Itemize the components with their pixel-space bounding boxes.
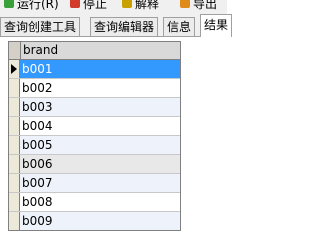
column-header-brand[interactable]: brand bbox=[21, 42, 180, 59]
explain-label: 解释 bbox=[135, 0, 160, 11]
row-indicator[interactable] bbox=[9, 79, 20, 97]
results-grid[interactable]: brand b001 b002 b003 b004 b005 b006 b007 b008 b0… bbox=[8, 41, 181, 231]
brand-cell[interactable]: b006 bbox=[20, 155, 180, 173]
toolbar: 运行(R) 停止 解释 导出 bbox=[0, 0, 227, 13]
grid-header: brand bbox=[9, 42, 180, 60]
current-row-arrow-icon bbox=[11, 64, 17, 74]
export-button[interactable]: 导出 bbox=[180, 0, 217, 11]
table-row[interactable]: b004 bbox=[9, 117, 180, 136]
table-row[interactable]: b006 bbox=[9, 155, 180, 174]
row-indicator[interactable] bbox=[9, 193, 20, 211]
brand-cell[interactable]: b004 bbox=[20, 117, 180, 135]
row-indicator[interactable] bbox=[9, 174, 20, 192]
explain-icon bbox=[122, 0, 132, 8]
brand-cell[interactable]: b005 bbox=[20, 136, 180, 154]
tab-bar: 查询创建工具 查询编辑器 信息 结果 bbox=[0, 13, 233, 37]
table-row[interactable]: b007 bbox=[9, 174, 180, 193]
table-row[interactable]: b009 bbox=[9, 212, 180, 230]
brand-cell[interactable]: b003 bbox=[20, 98, 180, 116]
row-indicator[interactable] bbox=[9, 155, 20, 173]
export-icon bbox=[180, 0, 190, 8]
stop-button[interactable]: 停止 bbox=[70, 0, 107, 11]
table-row[interactable]: b003 bbox=[9, 98, 180, 117]
grid-body: b001 b002 b003 b004 b005 b006 b007 b008 b009 bbox=[9, 60, 180, 230]
stop-icon bbox=[70, 0, 80, 8]
table-row[interactable]: b002 bbox=[9, 79, 180, 98]
brand-cell[interactable]: b002 bbox=[20, 79, 180, 97]
row-indicator[interactable] bbox=[9, 117, 20, 135]
run-icon bbox=[4, 0, 14, 8]
table-row[interactable]: b008 bbox=[9, 193, 180, 212]
table-row[interactable]: b001 bbox=[9, 60, 180, 79]
row-indicator[interactable] bbox=[9, 212, 20, 230]
brand-cell[interactable]: b008 bbox=[20, 193, 180, 211]
stop-label: 停止 bbox=[83, 0, 108, 11]
tab-info[interactable]: 信息 bbox=[163, 17, 196, 36]
run-button[interactable]: 运行(R) bbox=[4, 0, 59, 11]
tab-query-editor[interactable]: 查询编辑器 bbox=[90, 17, 159, 36]
tab-query-builder[interactable]: 查询创建工具 bbox=[0, 17, 81, 36]
brand-cell[interactable]: b009 bbox=[20, 212, 180, 230]
table-row[interactable]: b005 bbox=[9, 136, 180, 155]
export-label: 导出 bbox=[193, 0, 218, 11]
row-indicator[interactable] bbox=[9, 60, 20, 78]
row-indicator[interactable] bbox=[9, 136, 20, 154]
brand-cell[interactable]: b007 bbox=[20, 174, 180, 192]
header-indicator-cell bbox=[9, 42, 21, 59]
tab-results[interactable]: 结果 bbox=[200, 14, 233, 37]
row-indicator[interactable] bbox=[9, 98, 20, 116]
run-label: 运行(R) bbox=[17, 0, 59, 11]
explain-button[interactable]: 解释 bbox=[122, 0, 159, 11]
brand-cell[interactable]: b001 bbox=[20, 60, 180, 78]
